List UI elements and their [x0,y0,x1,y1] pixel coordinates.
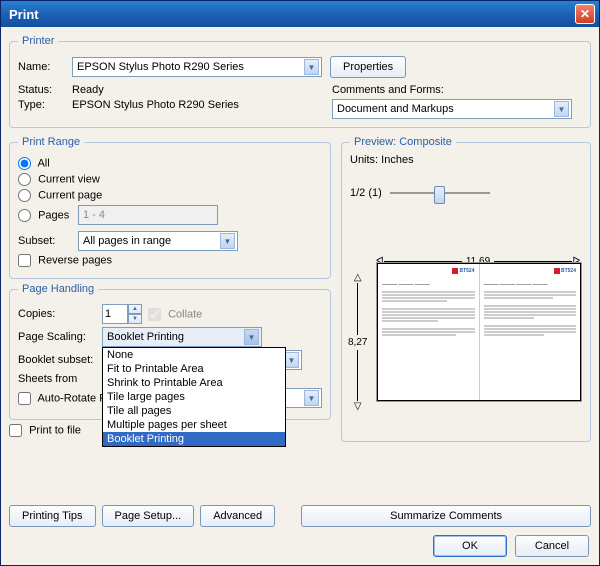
print-to-file-checkbox[interactable]: Print to file [9,424,81,437]
preview-group: Preview: Composite Units: Inches 1/2 (1)… [341,136,591,442]
chevron-down-icon: ▼ [304,59,319,75]
option-fit[interactable]: Fit to Printable Area [103,362,285,376]
aux-select[interactable]: ▼ [282,388,322,408]
sheets-from-label: Sheets from [18,373,102,385]
print-dialog: Print ✕ Printer Name: EPSON Stylus Photo… [0,0,600,566]
height-dimension: △ 8,27 ▽ [348,272,367,412]
page-scaling-dropdown[interactable]: None Fit to Printable Area Shrink to Pri… [102,347,286,447]
radio-all[interactable]: All [18,157,50,170]
page-scaling-select[interactable]: Booklet Printing ▼ [102,327,262,347]
option-booklet[interactable]: Booklet Printing [103,432,285,446]
radio-current-view[interactable]: Current view [18,173,100,186]
comments-select[interactable]: Document and Markups ▼ [332,99,572,119]
reverse-pages-checkbox[interactable]: Reverse pages [18,254,112,267]
page-indicator: 1/2 (1) [350,187,382,199]
page-handling-group: Page Handling Copies: ▲▼ Collate Page Sc… [9,283,331,420]
preview-page-right: BT524 ——— ——— ——— ——— [480,264,581,400]
properties-button[interactable]: Properties [330,56,406,78]
print-range-legend: Print Range [18,136,84,148]
collate-checkbox: Collate [148,308,202,321]
titlebar: Print ✕ [1,1,599,27]
option-none[interactable]: None [103,348,285,362]
preview-image: BT524 ——— ——— ——— BT524 [376,262,582,402]
spin-down-icon[interactable]: ▼ [128,314,142,324]
booklet-subset-label: Booklet subset: [18,354,102,366]
units-label: Units: Inches [350,154,582,166]
window-title: Print [9,7,39,22]
option-tile-large[interactable]: Tile large pages [103,390,285,404]
chevron-down-icon: ▼ [244,329,259,345]
printing-tips-button[interactable]: Printing Tips [9,505,96,527]
printer-name-select[interactable]: EPSON Stylus Photo R290 Series ▼ [72,57,322,77]
type-label: Type: [18,99,72,111]
status-value: Ready [72,84,104,96]
option-shrink[interactable]: Shrink to Printable Area [103,376,285,390]
pages-input[interactable] [78,205,218,225]
copies-label: Copies: [18,308,102,320]
comments-label: Comments and Forms: [332,84,444,96]
summarize-comments-button[interactable]: Summarize Comments [301,505,591,527]
page-setup-button[interactable]: Page Setup... [102,505,195,527]
radio-current-page[interactable]: Current page [18,189,102,202]
printer-legend: Printer [18,35,58,47]
option-tile-all[interactable]: Tile all pages [103,404,285,418]
slider-thumb[interactable] [434,186,445,204]
type-value: EPSON Stylus Photo R290 Series [72,99,239,111]
ok-button[interactable]: OK [433,535,507,557]
chevron-down-icon: ▼ [304,390,319,406]
page-handling-legend: Page Handling [18,283,98,295]
cancel-button[interactable]: Cancel [515,535,589,557]
page-scaling-label: Page Scaling: [18,331,102,343]
chevron-down-icon: ▼ [284,352,299,368]
name-label: Name: [18,61,72,73]
printer-group: Printer Name: EPSON Stylus Photo R290 Se… [9,35,591,128]
chevron-down-icon: ▼ [554,101,569,117]
spin-up-icon[interactable]: ▲ [128,304,142,314]
close-icon[interactable]: ✕ [575,4,595,24]
preview-slider[interactable] [390,184,490,202]
preview-legend: Preview: Composite [350,136,456,148]
advanced-button[interactable]: Advanced [200,505,275,527]
subset-select[interactable]: All pages in range ▼ [78,231,238,251]
chevron-down-icon: ▼ [220,233,235,249]
auto-rotate-checkbox[interactable]: Auto-Rotate Pa [18,392,113,405]
radio-pages[interactable]: Pages [18,209,78,222]
print-range-group: Print Range All Current view Current pag… [9,136,331,279]
status-label: Status: [18,84,72,96]
option-multiple[interactable]: Multiple pages per sheet [103,418,285,432]
subset-label: Subset: [18,235,78,247]
copies-spinner[interactable]: ▲▼ [102,304,142,324]
preview-page-left: BT524 ——— ——— ——— [378,264,480,400]
